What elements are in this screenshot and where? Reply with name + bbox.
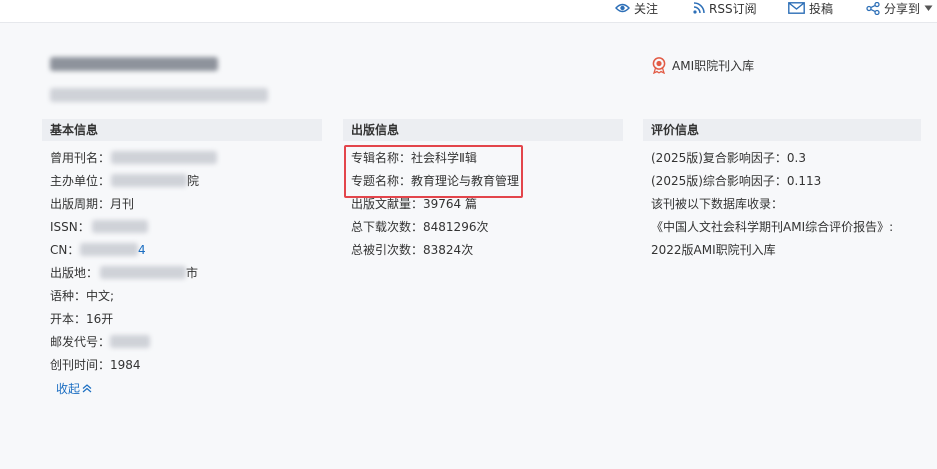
former-name-redacted (111, 151, 217, 164)
postal-code-redacted (110, 335, 150, 348)
sponsor-suffix: 院 (187, 174, 200, 188)
share-label: 分享到 (884, 1, 921, 16)
overall-if-row: (2025版)综合影响因子：0.113 (651, 174, 822, 188)
citations-row: 总被引次数：83824次 (351, 243, 474, 257)
issn-redacted (92, 220, 148, 233)
postal-code-row: 邮发代号： (50, 335, 111, 349)
ami-badge: AMI职院刊入库 (651, 57, 754, 74)
sponsor-row: 主办单位： (50, 174, 111, 188)
collapse-label: 收起 (56, 382, 81, 396)
sponsor-redacted (111, 174, 187, 187)
ami-badge-label: AMI职院刊入库 (672, 59, 755, 73)
composite-if-row: (2025版)复合影响因子：0.3 (651, 151, 806, 165)
award-icon (652, 57, 666, 74)
share-button[interactable]: 分享到 (866, 0, 933, 16)
submit-label: 投稿 (809, 1, 834, 16)
cn-row: CN： (50, 243, 80, 257)
publication-count-row: 出版文献量：39764 篇 (351, 197, 478, 211)
format-row: 开本：16开 (50, 312, 114, 326)
downloads-row: 总下载次数：8481296次 (351, 220, 489, 234)
cn-redacted (80, 243, 138, 256)
founded-row: 创刊时间：1984 (50, 358, 141, 372)
rss-icon (693, 2, 705, 14)
eye-icon (615, 3, 630, 13)
envelope-icon (788, 2, 805, 14)
journal-title-redacted (50, 57, 218, 71)
double-chevron-up-icon (82, 384, 92, 393)
evaluation-info-header: 评价信息 (643, 119, 921, 141)
follow-button[interactable]: 关注 (615, 0, 658, 16)
caret-down-icon (924, 5, 933, 11)
place-row: 出版地： (50, 266, 99, 280)
share-icon (866, 1, 880, 15)
highlight-box (344, 145, 523, 198)
rss-button[interactable]: RSS订阅 (693, 0, 757, 16)
ami-report: 《中国人文社会科学期刊AMI综合评价报告》: (651, 220, 894, 234)
submit-button[interactable]: 投稿 (788, 0, 833, 16)
former-name-row: 曾用刊名： (50, 151, 111, 165)
follow-label: 关注 (634, 1, 659, 16)
language-row: 语种：中文; (50, 289, 115, 303)
place-suffix: 市 (186, 266, 199, 280)
rss-label: RSS订阅 (709, 1, 757, 16)
basic-info-header: 基本信息 (42, 119, 322, 141)
collapse-link[interactable]: 收起 (56, 380, 92, 397)
place-redacted (100, 266, 186, 279)
publication-info-header: 出版信息 (343, 119, 623, 141)
journal-subtitle-redacted (50, 88, 268, 102)
database-label: 该刊被以下数据库收录： (651, 197, 784, 211)
issn-row: ISSN： (50, 220, 90, 234)
cn-suffix: 4 (138, 243, 146, 257)
top-toolbar: 关注 RSS订阅 投稿 分享到 (0, 0, 937, 23)
ami-edition: 2022版AMI职院刊入库 (651, 243, 776, 257)
cycle-row: 出版周期：月刊 (50, 197, 135, 211)
